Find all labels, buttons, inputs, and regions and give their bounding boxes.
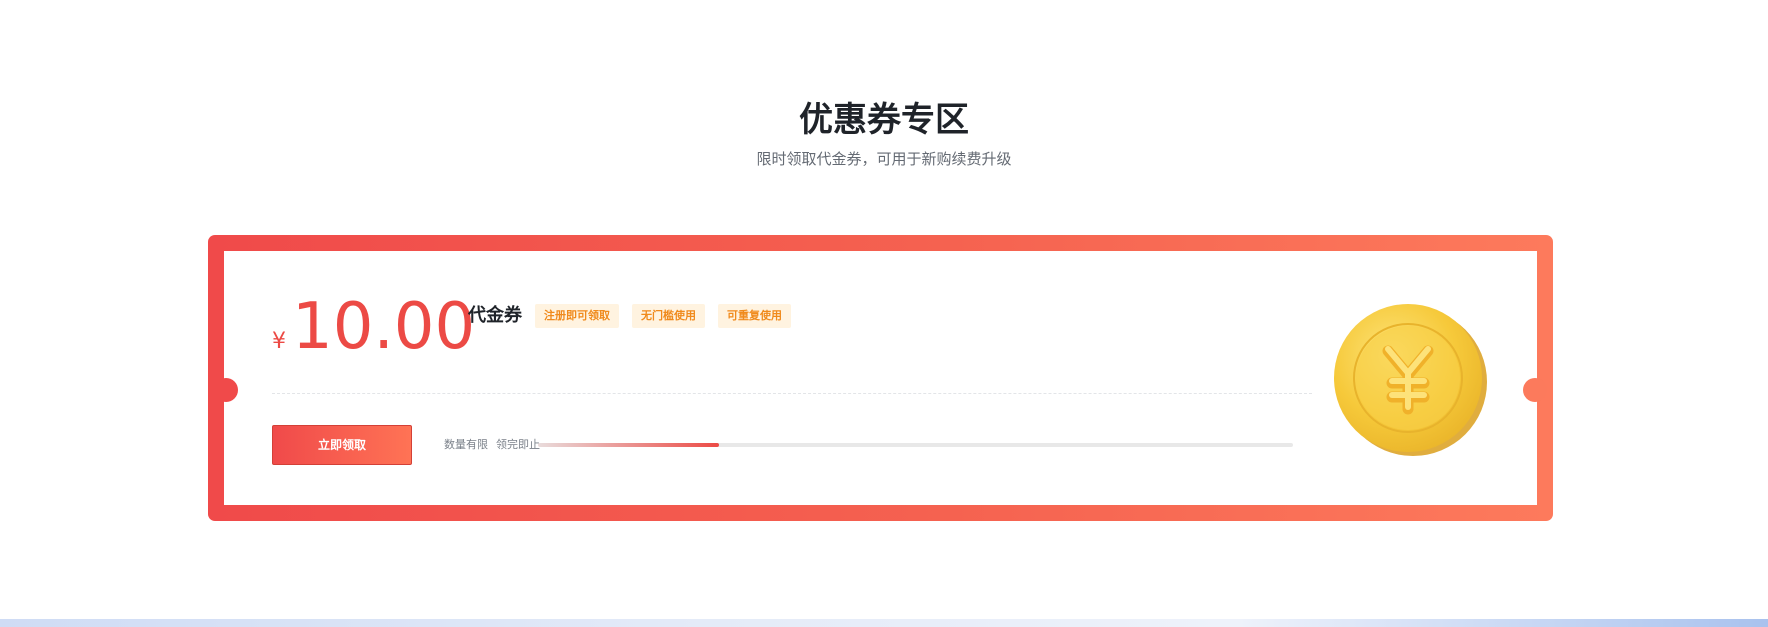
coupon-card: ¥ 10.00 代金券 注册即可领取 无门槛使用 可重复使用 立即领取 数量有限…	[208, 235, 1553, 521]
ticket-notch-left	[214, 378, 238, 402]
next-section-edge	[0, 619, 1768, 627]
coupon-tags: 注册即可领取 无门槛使用 可重复使用	[535, 304, 804, 328]
section-title: 优惠券专区	[799, 100, 969, 140]
coupon-amount: ¥ 10.00	[272, 291, 475, 363]
claim-progress-fill	[538, 443, 720, 447]
coupon-section: 优惠券专区 限时领取代金券，可用于新购续费升级 ¥ 10.00 代金券 注册即可…	[0, 0, 1768, 627]
coupon-tag: 注册即可领取	[535, 304, 619, 328]
coupon-body: ¥ 10.00 代金券 注册即可领取 无门槛使用 可重复使用 立即领取 数量有限…	[224, 251, 1537, 505]
ticket-notch-right	[1523, 378, 1547, 402]
stock-note-while-supplies-last: 领完即止	[496, 438, 540, 451]
amount-value: 10.00	[292, 290, 476, 364]
stock-note-limited: 数量有限	[444, 438, 488, 451]
coupon-type-label: 代金券	[468, 305, 522, 326]
dashed-divider	[272, 393, 1312, 394]
coupon-tag: 无门槛使用	[632, 304, 705, 328]
section-subtitle: 限时领取代金券，可用于新购续费升级	[756, 150, 1012, 168]
currency-symbol: ¥	[272, 329, 286, 354]
claim-progress-bar	[538, 443, 1293, 447]
coupon-tag: 可重复使用	[718, 304, 791, 328]
stock-note: 数量有限 领完即止	[444, 437, 540, 453]
yen-coin-icon	[1334, 304, 1487, 456]
claim-button[interactable]: 立即领取	[272, 425, 412, 465]
